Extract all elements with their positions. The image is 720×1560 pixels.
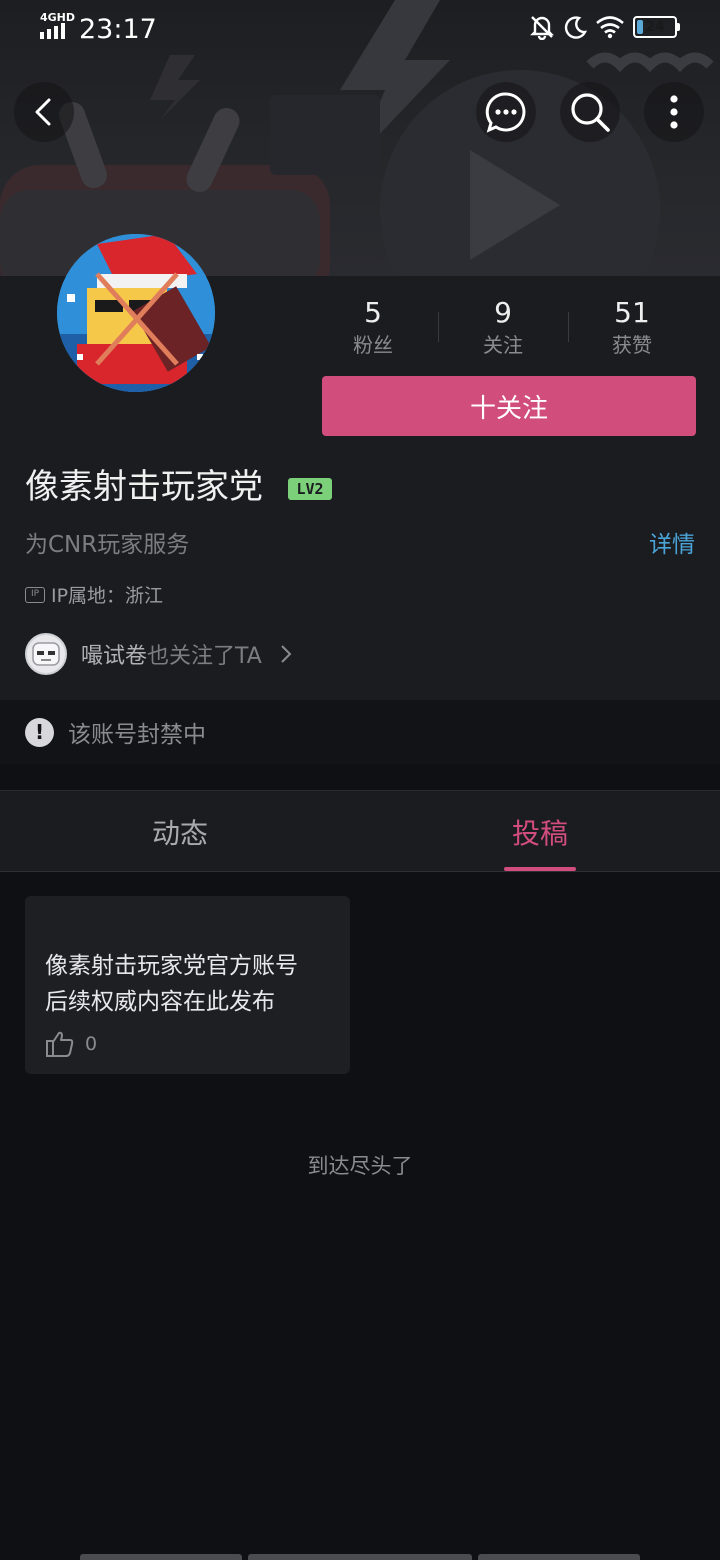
content-tabs: 动态 投稿 — [0, 790, 720, 872]
profile-screen: 4GHD 23:17 24 5 粉丝 9 关注 51 获赞 十关注 像素射击玩家… — [0, 0, 720, 1560]
post-text: 像素射击玩家党官方账号 后续权威内容在此发布 — [45, 948, 337, 1020]
search-button[interactable] — [560, 82, 620, 142]
message-button[interactable] — [476, 82, 536, 142]
chevron-right-icon — [281, 645, 292, 663]
more-vertical-icon — [670, 95, 678, 129]
likes-label: 获赞 — [612, 333, 652, 357]
mute-bell-icon — [530, 16, 554, 40]
battery-percent: 24 — [645, 19, 665, 35]
gesture-bar — [80, 1554, 640, 1560]
ip-location-row: IP IP属地：浙江 — [25, 581, 163, 608]
post-card[interactable]: 像素射击玩家党官方账号 后续权威内容在此发布 0 — [25, 896, 350, 1074]
ip-location: IP属地：浙江 — [51, 585, 164, 607]
stat-following[interactable]: 9 关注 — [438, 296, 568, 360]
following-count: 9 — [494, 296, 512, 329]
back-button[interactable] — [14, 82, 74, 142]
end-of-list-text: 到达尽头了 — [307, 1154, 413, 1178]
thumbs-up-icon — [46, 1031, 74, 1057]
mutual-text: 也关注了TA — [147, 644, 262, 669]
details-link[interactable]: 详情 — [649, 528, 695, 562]
avatar[interactable] — [57, 234, 215, 392]
wifi-icon — [596, 16, 624, 39]
mutual-avatar — [25, 633, 67, 675]
bio-text: 为CNR玩家服务 — [25, 532, 190, 558]
clock: 23:17 — [79, 14, 157, 45]
gesture-bar-segment — [478, 1554, 640, 1560]
post-line-1: 像素射击玩家党官方账号 — [45, 953, 298, 979]
network-type: 4GHD — [40, 11, 76, 24]
ban-notice-text: 该账号封禁中 — [68, 722, 206, 748]
tab-posts[interactable]: 投稿 — [360, 791, 720, 872]
mutual-username: 嘬试卷 — [81, 644, 148, 669]
battery-level-fill — [637, 20, 643, 34]
status-icons: 24 — [529, 14, 680, 40]
gesture-bar-segment — [80, 1554, 242, 1560]
active-tab-indicator — [504, 867, 576, 871]
battery-cap — [677, 23, 680, 31]
follow-button[interactable]: 十关注 — [322, 376, 696, 436]
post-like[interactable]: 0 — [45, 1030, 97, 1058]
moon-icon — [564, 16, 587, 39]
fans-label: 粉丝 — [353, 333, 393, 357]
post-like-count: 0 — [85, 1033, 98, 1055]
avatar-image — [57, 234, 215, 392]
fans-count: 5 — [364, 296, 382, 329]
profile-section: 5 粉丝 9 关注 51 获赞 十关注 像素射击玩家党 LV2 为CNR玩家服务… — [0, 234, 720, 700]
level-badge: LV2 — [288, 478, 332, 500]
warning-icon: ! — [25, 717, 54, 747]
tab-updates[interactable]: 动态 — [0, 791, 360, 872]
back-arrow-icon — [35, 98, 51, 126]
ban-notice: ! 该账号封禁中 — [0, 700, 720, 764]
battery-indicator: 24 — [633, 16, 677, 38]
stat-likes[interactable]: 51 获赞 — [567, 296, 697, 360]
chat-bubble-icon — [485, 92, 526, 133]
mutual-avatar-image — [32, 642, 60, 666]
following-label: 关注 — [483, 333, 523, 357]
mutual-follow-row[interactable]: 嘬试卷 也关注了TA — [25, 632, 292, 676]
gesture-bar-segment — [248, 1554, 472, 1560]
post-line-2: 后续权威内容在此发布 — [45, 989, 275, 1015]
username: 像素射击玩家党 — [25, 467, 263, 507]
status-bar: 4GHD 23:17 24 — [0, 0, 720, 56]
search-icon — [571, 93, 610, 132]
more-button[interactable] — [644, 82, 704, 142]
stat-fans[interactable]: 5 粉丝 — [308, 296, 438, 360]
likes-count: 51 — [614, 296, 650, 329]
header-banner: 4GHD 23:17 24 — [0, 0, 720, 276]
signal-icon — [40, 23, 65, 39]
ip-icon: IP — [25, 586, 45, 603]
